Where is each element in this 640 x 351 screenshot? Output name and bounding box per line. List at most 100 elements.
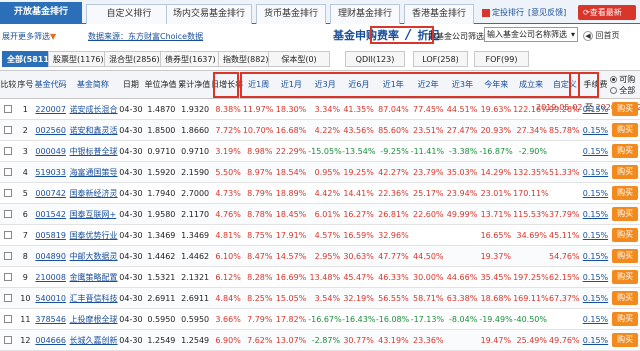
fee-rate[interactable]: 0.15% (580, 182, 611, 204)
col-name[interactable]: 基金简称 (67, 70, 119, 99)
company-filter-select[interactable]: 输入基金公司名称筛选 ▾ (484, 27, 578, 42)
fund-name-link[interactable]: 长城久嘉创新 (70, 336, 118, 345)
buy-button[interactable]: 购买 (612, 165, 639, 179)
fund-code[interactable]: 220007 (33, 98, 68, 120)
fee-rate[interactable]: 0.15% (580, 245, 611, 267)
buy-button[interactable]: 购买 (612, 123, 639, 137)
col-3m[interactable]: 近3月 (308, 70, 343, 99)
col-1m[interactable]: 近1月 (274, 70, 309, 99)
col-ytd[interactable]: 今年来 (479, 70, 514, 99)
fund-name-link[interactable]: 海富通国策导 (70, 168, 118, 177)
col-custom[interactable]: 自定义 (549, 70, 581, 99)
buy-button[interactable]: 购买 (612, 102, 639, 116)
compare-checkbox[interactable] (0, 119, 17, 141)
compare-checkbox[interactable] (0, 287, 17, 309)
fund-code-link[interactable]: 001542 (35, 210, 66, 219)
compare-checkbox[interactable] (0, 266, 17, 288)
buy-button[interactable]: 购买 (612, 312, 639, 326)
filter-mixed[interactable]: 混合型(2856) (104, 51, 165, 67)
compare-checkbox[interactable] (0, 245, 17, 267)
fund-name[interactable]: 汇丰晋信科技 (67, 287, 119, 309)
fund-code[interactable]: 001542 (33, 203, 68, 225)
fund-name-link[interactable]: 汇丰晋信科技 (70, 294, 118, 303)
fund-code[interactable]: 519033 (33, 161, 68, 183)
fund-name-link[interactable]: 国泰优势行业 (70, 231, 118, 240)
fee-rate[interactable]: 0.15% (580, 161, 611, 183)
fee-rate[interactable]: 0.15% (580, 287, 611, 309)
col-acc-nav[interactable]: 累计净值 (177, 70, 212, 99)
fund-name[interactable]: 国泰新经济灵 (67, 182, 119, 204)
fee-rate[interactable]: 0.15% (580, 98, 611, 120)
fund-code[interactable]: 378546 (33, 308, 68, 330)
fee-rate[interactable]: 0.15% (580, 266, 611, 288)
fund-code[interactable]: 002560 (33, 119, 68, 141)
back-home-link[interactable]: ◀ 回首页 (583, 30, 620, 41)
col-2y[interactable]: 近2年 (410, 70, 446, 99)
fund-name[interactable]: 诺安成长混合 (67, 98, 119, 120)
compare-checkbox[interactable] (0, 308, 17, 330)
fund-code-link[interactable]: 004890 (35, 252, 66, 261)
data-source-link[interactable]: 数据来源：东方财富Choice数据 (88, 31, 203, 42)
dca-rank-link[interactable]: 定投排行 (482, 7, 524, 18)
expand-filter-link[interactable]: 展开更多筛选▼ (2, 31, 56, 42)
fund-code[interactable]: 004666 (33, 329, 68, 351)
fee-rate[interactable]: 0.15% (580, 140, 611, 162)
filter-fof[interactable]: FOF(99) (474, 51, 529, 67)
feedback-link[interactable]: [意见反馈] (528, 7, 566, 18)
fund-code-link[interactable]: 005819 (35, 231, 66, 240)
filter-qdii[interactable]: QDII(123) (345, 51, 405, 67)
col-code[interactable]: 基金代码 (33, 70, 68, 99)
col-since[interactable]: 成立来 (513, 70, 549, 99)
fund-name[interactable]: 长城久嘉创新 (67, 329, 119, 351)
fee-rate[interactable]: 0.15% (580, 224, 611, 246)
buy-button[interactable]: 购买 (612, 186, 639, 200)
fund-code-link[interactable]: 378546 (35, 315, 66, 324)
radio-all[interactable] (610, 86, 618, 94)
fee-rate[interactable]: 0.15% (580, 119, 611, 141)
tab-wealth-fund-rank[interactable]: 理财基金排行 (330, 4, 400, 24)
col-daily[interactable]: 日增长率 (211, 70, 243, 99)
radio-buyable[interactable] (610, 75, 618, 83)
buy-button[interactable]: 购买 (612, 144, 639, 158)
fee-rate[interactable]: 0.15% (580, 329, 611, 351)
fund-name-link[interactable]: 国泰互联网+ (70, 210, 117, 219)
fund-name-link[interactable]: 诺安成长混合 (70, 105, 118, 114)
tab-custom-rank[interactable]: 自定义排行 (86, 4, 172, 24)
fund-name[interactable]: 海富通国策导 (67, 161, 119, 183)
col-1w[interactable]: 近1周 (242, 70, 275, 99)
col-nav[interactable]: 单位净值 (143, 70, 178, 99)
fund-code-link[interactable]: 220007 (35, 105, 66, 114)
filter-stock[interactable]: 股票型(1176) (48, 51, 109, 67)
fund-name-link[interactable]: 上投摩根全球 (70, 315, 118, 324)
fund-code[interactable]: 540010 (33, 287, 68, 309)
fund-code-link[interactable]: 004666 (35, 336, 66, 345)
filter-bond[interactable]: 债券型(1637) (160, 51, 221, 67)
buy-button[interactable]: 购买 (612, 228, 639, 242)
fund-name[interactable]: 国泰优势行业 (67, 224, 119, 246)
fund-name[interactable]: 金鹰策略配置 (67, 266, 119, 288)
fund-name[interactable]: 国泰互联网+ (67, 203, 119, 225)
fee-rate[interactable]: 0.15% (580, 203, 611, 225)
fund-name-link[interactable]: 中邮大数据灵 (70, 252, 118, 261)
tab-exchange-fund-rank[interactable]: 场内交易基金排行 (166, 4, 252, 24)
fund-code-link[interactable]: 519033 (35, 168, 66, 177)
fund-code[interactable]: 005819 (33, 224, 68, 246)
fund-code-link[interactable]: 002560 (35, 126, 66, 135)
fund-code-link[interactable]: 000049 (35, 147, 66, 156)
fund-name[interactable]: 中邮大数据灵 (67, 245, 119, 267)
tab-open-fund-rank[interactable]: 开放基金排行 (0, 2, 82, 24)
buy-button[interactable]: 购买 (612, 333, 639, 347)
filter-index[interactable]: 指数型(882) (218, 51, 274, 67)
filter-guaranteed[interactable]: 保本型(0) (268, 51, 330, 67)
fund-name-link[interactable]: 国泰新经济灵 (70, 189, 118, 198)
fund-code[interactable]: 004890 (33, 245, 68, 267)
col-6m[interactable]: 近6月 (342, 70, 376, 99)
buy-button[interactable]: 购买 (612, 249, 639, 263)
compare-checkbox[interactable] (0, 224, 17, 246)
filter-lof[interactable]: LOF(258) (413, 51, 468, 67)
fund-code[interactable]: 210008 (33, 266, 68, 288)
compare-checkbox[interactable] (0, 182, 17, 204)
tab-money-fund-rank[interactable]: 货币基金排行 (256, 4, 326, 24)
fee-calc-title[interactable]: 基金申购费率 / 折起 (333, 27, 439, 43)
view-latest-button[interactable]: ⟳查看最新 (578, 5, 636, 20)
